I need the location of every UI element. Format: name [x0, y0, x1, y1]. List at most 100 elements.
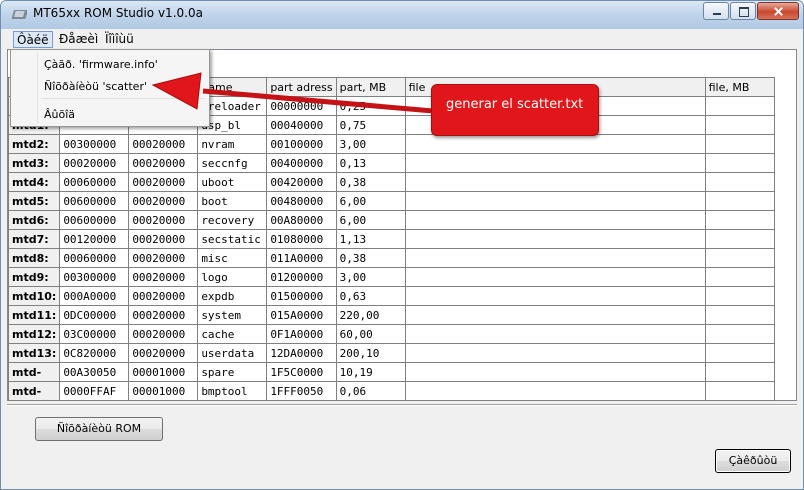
close-button[interactable]: Çàêðûòü	[715, 449, 791, 473]
table-cell: 01500000	[266, 286, 337, 306]
row-header: mtd-	[7, 362, 61, 382]
table-cell: bmptool	[197, 381, 268, 401]
table-cell: 015A0000	[266, 305, 337, 325]
row-header: mtd7:	[7, 229, 61, 249]
row-header: mtd-	[7, 381, 61, 401]
row-header: mtd5:	[7, 191, 61, 211]
close-icon	[774, 7, 783, 16]
table-cell: 00020000	[128, 248, 199, 268]
table-cell: 00600000	[59, 210, 130, 230]
table-cell: recovery	[197, 210, 268, 230]
menu-item-save-scatter[interactable]: Ñîõðàíèòü 'scatter'	[44, 80, 147, 93]
table-cell: seccnfg	[197, 153, 268, 173]
table-row[interactable]: mtd11: 0DC00000 00020000 system 015A0000 220,…	[7, 305, 775, 325]
table-cell: 220,00	[335, 305, 406, 325]
table-cell: 00020000	[128, 305, 199, 325]
save-rom-button[interactable]: Ñîõðàíèòü ROM	[35, 417, 163, 441]
app-icon	[11, 10, 27, 19]
table-cell: 03C00000	[59, 324, 130, 344]
table-cell: 00000000	[266, 96, 337, 116]
table-cell	[704, 248, 775, 268]
divider	[7, 404, 797, 406]
table-cell: 1,13	[335, 229, 406, 249]
table-cell	[704, 210, 775, 230]
table-cell	[704, 115, 775, 135]
table-cell: 0,63	[335, 286, 406, 306]
table-row[interactable]: mtd- 00A30050 00001000 spare 1F5C0000 10,19	[7, 362, 775, 382]
table-cell: 000A0000	[59, 286, 130, 306]
row-header: mtd10:	[7, 286, 61, 306]
table-row[interactable]: mtd- 0000FFAF 00001000 bmptool 1FFF0050 0,06	[7, 381, 775, 401]
table-cell: uboot	[197, 172, 268, 192]
table-cell	[404, 229, 706, 249]
table-cell: expdb	[197, 286, 268, 306]
row-header: mtd9:	[7, 267, 61, 287]
table-cell	[704, 324, 775, 344]
menu-mode[interactable]: Ðåæèì	[56, 31, 101, 48]
maximize-button[interactable]	[730, 2, 756, 20]
table-row[interactable]: mtd5: 00600000 00020000 boot 00480000 6,00	[7, 191, 775, 211]
table-cell: 00020000	[128, 286, 199, 306]
row-header: mtd8:	[7, 248, 61, 268]
table-row[interactable]: mtd12: 03C00000 00020000 cache 0F1A0000 60,00	[7, 324, 775, 344]
table-row[interactable]: mtd6: 00600000 00020000 recovery 00A80000 6,0…	[7, 210, 775, 230]
table-cell	[704, 134, 775, 154]
menu-help[interactable]: Ïîìîùü	[102, 31, 137, 48]
table-cell: 0000FFAF	[59, 381, 130, 401]
row-header: mtd2:	[7, 134, 61, 154]
table-row[interactable]: mtd13: 0C820000 00020000 userdata 12DA0000 20…	[7, 343, 775, 363]
table-cell: 1F5C0000	[266, 362, 337, 382]
table-row[interactable]: mtd8: 00060000 00020000 misc 011A0000 0,38	[7, 248, 775, 268]
table-cell	[404, 305, 706, 325]
row-header: mtd13:	[7, 343, 61, 363]
menu-item-load-firmware-info[interactable]: Çàãð. 'firmware.info'	[44, 58, 158, 71]
table-cell: 00100000	[266, 134, 337, 154]
table-cell	[704, 286, 775, 306]
table-cell: 0,38	[335, 248, 406, 268]
table-cell	[404, 210, 706, 230]
table-row[interactable]: mtd7: 00120000 00020000 secstatic 01080000 1,…	[7, 229, 775, 249]
table-cell: 00060000	[59, 172, 130, 192]
table-row[interactable]: mtd10: 000A0000 00020000 expdb 01500000 0,63	[7, 286, 775, 306]
table-cell	[404, 267, 706, 287]
table-cell: 00060000	[59, 248, 130, 268]
minimize-button[interactable]	[703, 2, 729, 20]
table-cell: 60,00	[335, 324, 406, 344]
menu-gutter	[37, 52, 38, 124]
table-cell: 200,10	[335, 343, 406, 363]
table-cell	[404, 381, 706, 401]
table-cell: 011A0000	[266, 248, 337, 268]
close-window-button[interactable]	[757, 2, 799, 20]
table-cell	[704, 153, 775, 173]
table-cell: 0F1A0000	[266, 324, 337, 344]
row-header: mtd12:	[7, 324, 61, 344]
table-cell	[404, 172, 706, 192]
table-cell: 00020000	[128, 172, 199, 192]
table-cell	[404, 153, 706, 173]
callout-text: generar el scatter.txt	[446, 97, 584, 112]
col-header-part-address[interactable]: part adress	[266, 77, 337, 97]
table-cell	[704, 305, 775, 325]
table-cell: nvram	[197, 134, 268, 154]
col-header-file-mb[interactable]: file, MB	[704, 77, 775, 97]
menu-separator	[41, 98, 205, 99]
table-cell: 00020000	[128, 153, 199, 173]
menu-item-exit[interactable]: Âûõîä	[44, 108, 75, 121]
table-row[interactable]: mtd9: 00300000 00020000 logo 01200000 3,00	[7, 267, 775, 287]
col-header-part-mb[interactable]: part, MB	[335, 77, 406, 97]
table-cell: 00600000	[59, 191, 130, 211]
table-row[interactable]: mtd3: 00020000 00020000 seccnfg 00400000 0,13	[7, 153, 775, 173]
table-cell: logo	[197, 267, 268, 287]
table-row[interactable]: mtd2: 00300000 00020000 nvram 00100000 3,00	[7, 134, 775, 154]
table-cell: 00001000	[128, 381, 199, 401]
table-cell: 1FFF0050	[266, 381, 337, 401]
title-bar[interactable]: MT65xx ROM Studio v1.0.0a	[1, 1, 803, 29]
table-cell: 0,25	[335, 96, 406, 116]
table-cell: 00020000	[128, 229, 199, 249]
table-cell	[704, 381, 775, 401]
table-cell	[704, 191, 775, 211]
table-cell: 0C820000	[59, 343, 130, 363]
table-cell: 0,38	[335, 172, 406, 192]
menu-file[interactable]: Ôàéë	[13, 31, 53, 48]
table-row[interactable]: mtd4: 00060000 00020000 uboot 00420000 0,38	[7, 172, 775, 192]
